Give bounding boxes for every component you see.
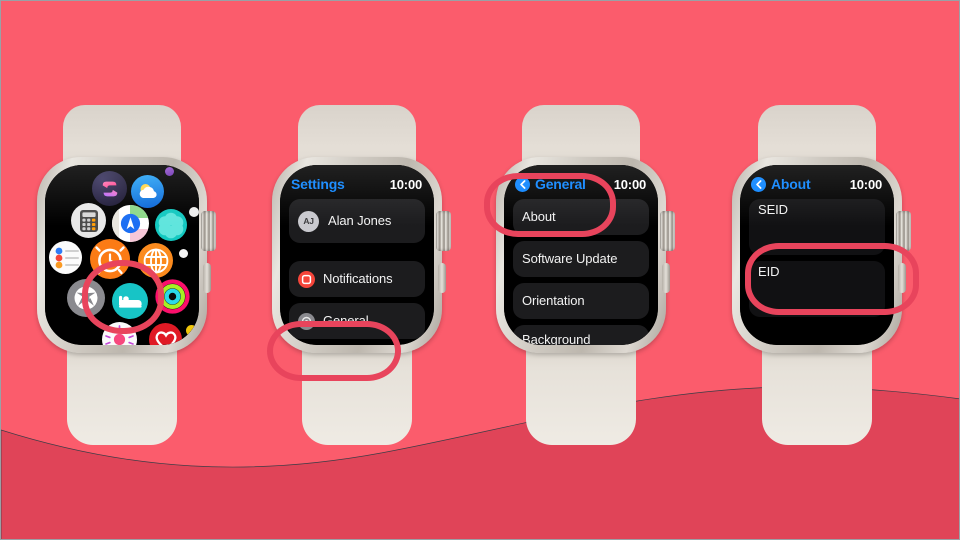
watch-about: About 10:00 SEID EID <box>724 105 919 445</box>
avatar: AJ <box>298 210 319 232</box>
podcasts-small-icon[interactable] <box>165 167 174 176</box>
about-row-label: EID <box>758 264 780 279</box>
status-bar: General 10:00 <box>513 175 649 193</box>
status-bar: About 10:00 <box>749 175 885 193</box>
shortcuts-app-icon[interactable] <box>92 171 127 206</box>
watch-app-grid <box>29 105 216 445</box>
side-button[interactable] <box>438 263 446 293</box>
nav-left: General <box>515 176 586 192</box>
watch-bezel: General 10:00 About Software Update Orie… <box>504 165 658 345</box>
watch-bezel: About 10:00 SEID EID <box>740 165 894 345</box>
app-grid <box>45 165 199 345</box>
settings-app-icon[interactable] <box>67 279 105 317</box>
page-title: Settings <box>291 176 345 192</box>
general-row-about[interactable]: About <box>513 199 649 235</box>
clock: 10:00 <box>849 176 882 192</box>
activity-app-icon[interactable] <box>155 279 190 314</box>
digital-crown[interactable] <box>896 211 911 251</box>
general-row-software-update[interactable]: Software Update <box>513 241 649 277</box>
about-screen: About 10:00 SEID EID <box>740 165 894 345</box>
back-chevron-icon[interactable] <box>515 176 530 192</box>
general-row-background-app-refresh[interactable]: Background App Refresh <box>513 325 649 345</box>
weather-app-icon[interactable] <box>131 175 164 208</box>
general-screen: General 10:00 About Software Update Orie… <box>504 165 658 345</box>
general-row-orientation[interactable]: Orientation <box>513 283 649 319</box>
general-row-label: Orientation <box>522 292 585 308</box>
about-row-eid[interactable]: EID <box>749 261 885 317</box>
watch-bezel: Settings 10:00 AJ Alan Jones Notificatio… <box>280 165 434 345</box>
watch-case <box>37 157 207 353</box>
world-clock-app-icon[interactable] <box>138 243 173 278</box>
alarms-app-icon[interactable] <box>90 239 130 279</box>
general-row-label: Software Update <box>522 250 618 266</box>
notifications-icon <box>298 270 315 288</box>
watch-case: General 10:00 About Software Update Orie… <box>496 157 666 353</box>
heart-rate-app-icon[interactable] <box>149 323 182 345</box>
side-button[interactable] <box>662 263 670 293</box>
about-row-label: SEID <box>758 202 788 217</box>
side-button[interactable] <box>898 263 906 293</box>
digital-crown[interactable] <box>660 211 675 251</box>
settings-row-label: General <box>323 312 369 328</box>
watch-general: General 10:00 About Software Update Orie… <box>484 105 675 445</box>
status-bar: Settings 10:00 <box>289 175 425 193</box>
music-small-icon[interactable] <box>179 249 188 258</box>
clock: 10:00 <box>389 176 422 192</box>
watch-settings: Settings 10:00 AJ Alan Jones Notificatio… <box>264 105 451 445</box>
settings-row-notifications[interactable]: Notifications <box>289 261 425 297</box>
page-title: About <box>771 176 811 192</box>
settings-row-general[interactable]: General <box>289 303 425 339</box>
nav-left: Settings <box>291 176 345 192</box>
side-button[interactable] <box>203 263 211 293</box>
settings-screen: Settings 10:00 AJ Alan Jones Notificatio… <box>280 165 434 345</box>
about-row-seid[interactable]: SEID <box>749 199 885 255</box>
watch-screen <box>45 165 199 345</box>
watch-bezel <box>45 165 199 345</box>
clock: 10:00 <box>613 176 646 192</box>
reminders-app-icon[interactable] <box>49 241 82 274</box>
general-row-label: Background App Refresh <box>522 331 591 345</box>
calculator-app-icon[interactable] <box>71 203 106 238</box>
watch-screen: General 10:00 About Software Update Orie… <box>504 165 658 345</box>
watch-screen: About 10:00 SEID EID <box>740 165 894 345</box>
settings-row-label: Notifications <box>323 270 393 286</box>
digital-crown[interactable] <box>436 211 451 251</box>
mail-small-icon[interactable] <box>189 207 199 217</box>
sleep-app-icon[interactable] <box>112 283 148 319</box>
screenshot-canvas: Settings 10:00 AJ Alan Jones Notificatio… <box>0 0 960 540</box>
watch-case: Settings 10:00 AJ Alan Jones Notificatio… <box>272 157 442 353</box>
back-chevron-icon[interactable] <box>751 176 766 192</box>
general-icon <box>298 312 315 330</box>
settings-row-label: Alan Jones <box>328 212 392 228</box>
page-title: General <box>535 176 586 192</box>
settings-row-account[interactable]: AJ Alan Jones <box>289 199 425 243</box>
general-row-label: About <box>522 208 556 224</box>
maps-app-icon[interactable] <box>112 205 149 242</box>
breathe-app-icon[interactable] <box>155 209 187 241</box>
digital-crown[interactable] <box>201 211 216 251</box>
watch-screen: Settings 10:00 AJ Alan Jones Notificatio… <box>280 165 434 345</box>
podcasts-corner-icon[interactable] <box>186 325 197 336</box>
nav-left: About <box>751 176 811 192</box>
watch-case: About 10:00 SEID EID <box>732 157 902 353</box>
cycle-tracking-app-icon[interactable] <box>102 322 137 345</box>
